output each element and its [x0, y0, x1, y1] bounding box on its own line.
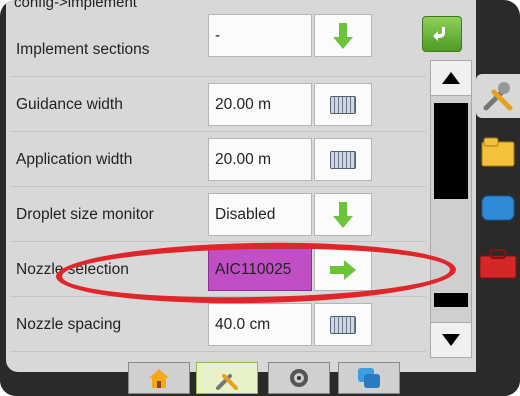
tab-tools[interactable]: [476, 74, 520, 118]
gps-icon: [290, 369, 308, 387]
breadcrumb: config->implement: [14, 0, 137, 11]
tab-home[interactable]: [128, 362, 190, 394]
tools-icon: [216, 374, 238, 390]
toolbox-icon: [479, 249, 517, 279]
tab-display[interactable]: [476, 186, 520, 230]
application-width-keyboard-button[interactable]: [314, 138, 372, 181]
tab-toolbox[interactable]: [476, 242, 520, 286]
back-button[interactable]: [422, 16, 462, 52]
row-divider: [10, 351, 426, 352]
dropdown-icon: [333, 201, 353, 228]
row-label: Guidance width: [16, 95, 123, 113]
tab-gps[interactable]: [268, 362, 330, 394]
keyboard-icon: [330, 150, 356, 169]
row-label: Application width: [16, 150, 133, 168]
tools-icon: [483, 82, 513, 111]
triangle-down-icon: [442, 334, 460, 346]
row-label: Droplet size monitor: [16, 205, 154, 223]
tab-data[interactable]: [338, 362, 400, 394]
nozzle-spacing-keyboard-button[interactable]: [314, 303, 372, 346]
config-screen: config->implement Implement sections - G…: [6, 0, 476, 372]
nozzle-selection-field[interactable]: AIC110025: [208, 248, 312, 291]
guidance-width-keyboard-button[interactable]: [314, 83, 372, 126]
home-icon: [149, 369, 169, 388]
row-nozzle-spacing[interactable]: Nozzle spacing 40.0 cm: [6, 297, 426, 352]
scroll-up-button[interactable]: [431, 61, 471, 96]
droplet-size-monitor-field[interactable]: Disabled: [208, 193, 312, 236]
row-guidance-width[interactable]: Guidance width 20.00 m: [6, 77, 426, 132]
device-frame: config->implement Implement sections - G…: [0, 0, 520, 396]
guidance-width-field[interactable]: 20.00 m: [208, 83, 312, 126]
tab-config-tools[interactable]: [196, 362, 258, 394]
tab-folder[interactable]: [476, 130, 520, 174]
scrollbar[interactable]: [430, 60, 472, 358]
row-application-width[interactable]: Application width 20.00 m: [6, 132, 426, 187]
scroll-down-button[interactable]: [431, 322, 471, 357]
triangle-up-icon: [442, 72, 460, 84]
scroll-thumb[interactable]: [434, 103, 468, 199]
keyboard-icon: [330, 95, 356, 114]
application-width-field[interactable]: 20.00 m: [208, 138, 312, 181]
row-implement-sections[interactable]: Implement sections -: [6, 14, 426, 77]
keyboard-icon: [330, 315, 356, 334]
nozzle-selection-arrow-button[interactable]: [314, 248, 372, 291]
blue-display-icon: [481, 195, 515, 221]
row-label: Nozzle spacing: [16, 315, 122, 333]
folder-icon: [481, 137, 515, 167]
implement-sections-field[interactable]: -: [208, 14, 312, 57]
scroll-thumb-segment: [434, 293, 468, 307]
row-nozzle-selection[interactable]: Nozzle selection AIC110025: [6, 242, 426, 297]
arrow-right-icon: [330, 259, 356, 280]
back-arrow-icon: [433, 27, 445, 41]
bottom-bar: [0, 372, 520, 396]
dropdown-icon: [333, 22, 353, 49]
implement-sections-dropdown-button[interactable]: [314, 14, 372, 57]
row-label: Implement sections: [16, 40, 150, 58]
row-label: Nozzle selection: [16, 260, 129, 278]
droplet-size-monitor-dropdown-button[interactable]: [314, 193, 372, 236]
row-droplet-size-monitor[interactable]: Droplet size monitor Disabled: [6, 187, 426, 242]
nozzle-spacing-field[interactable]: 40.0 cm: [208, 303, 312, 346]
data-icon: [358, 368, 380, 388]
